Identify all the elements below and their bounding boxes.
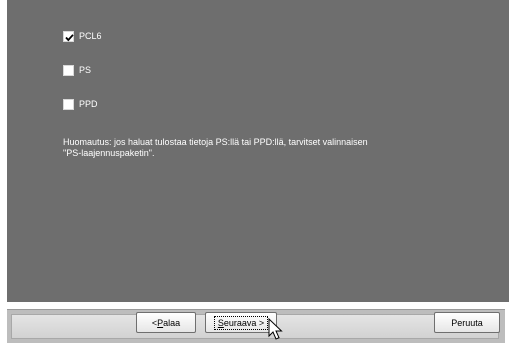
- check-mark-icon: [65, 33, 74, 41]
- content-panel: PCL6 PS PPD Huomautus: jos haluat tulost…: [7, 0, 509, 302]
- next-button-focus: Seuraava >: [213, 315, 269, 330]
- cancel-button-label: Peruuta: [451, 317, 483, 328]
- installer-dialog: PCL6 PS PPD Huomautus: jos haluat tulost…: [0, 0, 509, 347]
- ppd-label: PPD: [79, 99, 98, 109]
- mouse-pointer-icon: [268, 318, 283, 340]
- note-line-1: Huomautus: jos haluat tulostaa tietoja P…: [63, 137, 368, 147]
- next-button-rest: euraava >: [223, 317, 265, 328]
- note-line-2: "PS-laajennuspaketin".: [63, 148, 155, 158]
- pcl6-checkbox[interactable]: [63, 30, 74, 42]
- option-ps[interactable]: PS: [63, 63, 91, 77]
- ppd-checkbox[interactable]: [63, 98, 74, 110]
- note-text: Huomautus: jos haluat tulostaa tietoja P…: [63, 137, 483, 159]
- next-button[interactable]: Seuraava >: [205, 312, 277, 333]
- cancel-button[interactable]: Peruuta: [434, 312, 500, 333]
- option-pcl6[interactable]: PCL6: [63, 29, 102, 43]
- pcl6-label: PCL6: [79, 31, 102, 41]
- ps-label: PS: [79, 65, 92, 75]
- option-ppd[interactable]: PPD: [63, 97, 98, 111]
- back-button-rest: alaa: [163, 317, 181, 328]
- back-button[interactable]: < Palaa: [136, 312, 196, 333]
- ps-checkbox[interactable]: [63, 64, 74, 76]
